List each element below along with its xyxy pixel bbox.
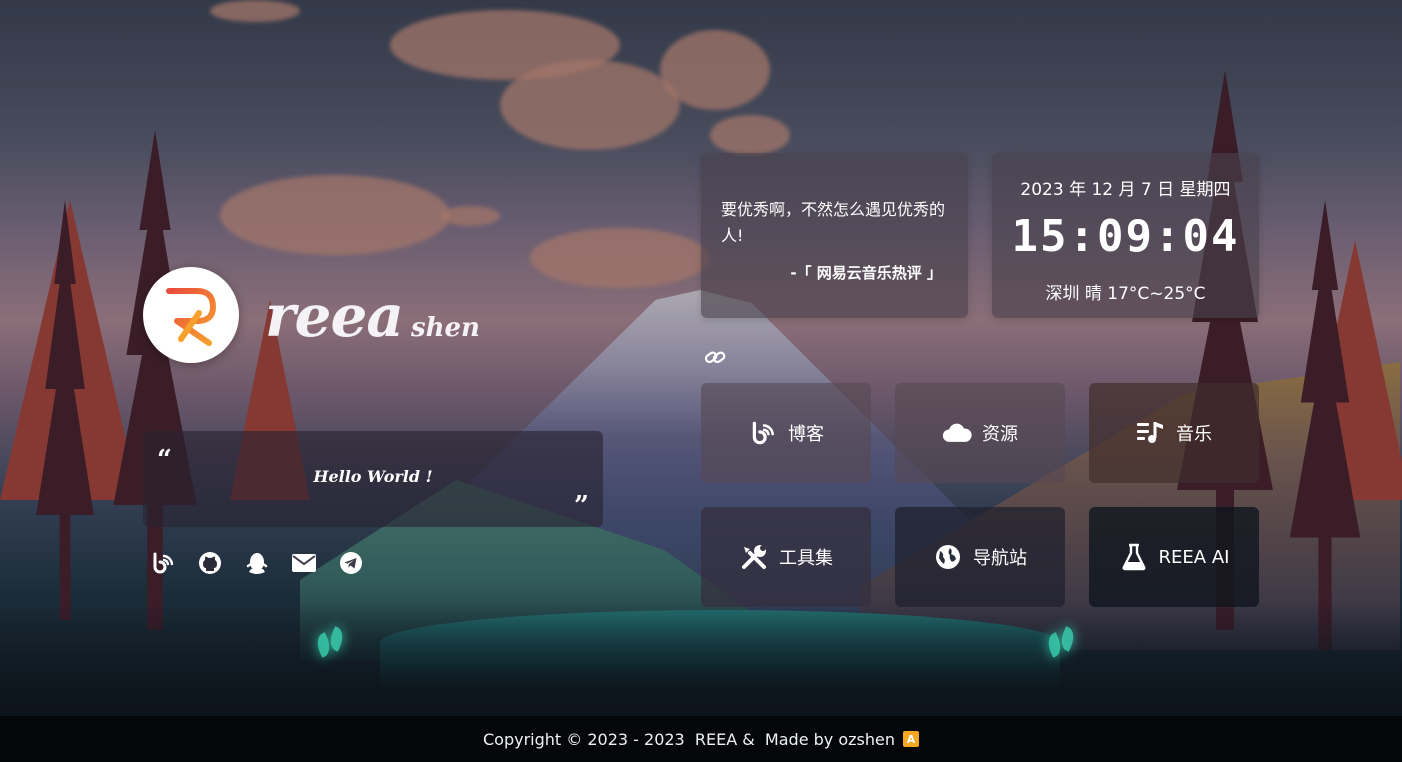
blog-icon bbox=[748, 418, 778, 448]
github-icon[interactable] bbox=[197, 550, 223, 576]
link-icon bbox=[704, 348, 728, 372]
cloud-icon bbox=[942, 418, 972, 448]
link-navigation[interactable]: 导航站 bbox=[895, 507, 1065, 607]
link-label: 资源 bbox=[982, 424, 1018, 445]
globe-icon bbox=[933, 542, 963, 572]
link-label: 音乐 bbox=[1176, 424, 1212, 445]
weather-text: 深圳 晴 17°C~25°C bbox=[1045, 284, 1206, 304]
link-label: 导航站 bbox=[973, 548, 1027, 569]
link-label: 博客 bbox=[788, 424, 824, 445]
hitokoto-card[interactable]: 要优秀啊，不然怎么遇见优秀的人! -「 网易云音乐热评 」 bbox=[701, 153, 968, 318]
brand-logo: reea shen bbox=[265, 282, 480, 352]
logo-icon bbox=[166, 288, 216, 346]
footer: Copyright © 2023 - 2023 REEA & Made by o… bbox=[0, 716, 1402, 762]
background-scene bbox=[0, 0, 1402, 762]
qq-icon[interactable] bbox=[244, 550, 270, 576]
brand-subname: shen bbox=[410, 313, 480, 343]
quote-text: Hello World ! bbox=[313, 467, 433, 486]
brand-name: reea bbox=[265, 282, 404, 350]
link-music[interactable]: 音乐 bbox=[1089, 383, 1259, 483]
clock-card: 2023 年 12 月 7 日 星期四 15:09:04 深圳 晴 17°C~2… bbox=[992, 153, 1259, 318]
link-ai[interactable]: REEA AI bbox=[1089, 507, 1259, 607]
blog-icon[interactable] bbox=[150, 550, 176, 576]
glow-sprout bbox=[317, 628, 343, 664]
quote-close-icon: ” bbox=[574, 491, 589, 521]
link-label: REEA AI bbox=[1158, 546, 1230, 568]
link-tools[interactable]: 工具集 bbox=[701, 507, 871, 607]
social-links bbox=[150, 550, 364, 576]
avatar bbox=[143, 267, 239, 363]
link-label: 工具集 bbox=[779, 548, 833, 569]
overlay bbox=[0, 0, 1402, 762]
tools-icon bbox=[739, 542, 769, 572]
glow-sprout bbox=[1048, 628, 1074, 664]
telegram-icon[interactable] bbox=[338, 550, 364, 576]
quote-box: “ Hello World ! ” bbox=[143, 431, 603, 527]
hitokoto-source: -「 网易云音乐热评 」 bbox=[790, 264, 942, 282]
hitokoto-text: 要优秀啊，不然怎么遇见优秀的人! bbox=[721, 200, 946, 245]
flask-icon bbox=[1119, 542, 1149, 572]
link-resources[interactable]: 资源 bbox=[895, 383, 1065, 483]
clock-time: 15:09:04 bbox=[1011, 211, 1240, 262]
site-badge-icon[interactable]: A bbox=[902, 731, 919, 747]
copyright-text: Copyright © 2023 - 2023 REEA & Made by o… bbox=[483, 729, 895, 749]
mail-icon[interactable] bbox=[291, 550, 317, 576]
clock-date: 2023 年 12 月 7 日 星期四 bbox=[1020, 180, 1231, 200]
link-blog[interactable]: 博客 bbox=[701, 383, 871, 483]
music-icon bbox=[1136, 418, 1166, 448]
